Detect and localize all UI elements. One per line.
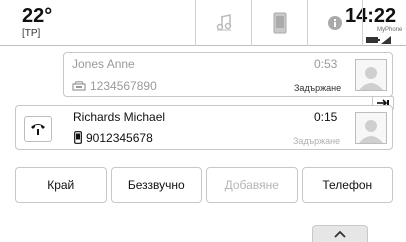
mobile-phone-icon (74, 131, 82, 144)
tab-audio[interactable] (195, 0, 251, 46)
handset-icon (31, 124, 45, 135)
music-note-icon (216, 14, 231, 31)
info-circle-icon (328, 16, 342, 30)
caller-name: Richards Michael (73, 110, 166, 124)
tab-phone[interactable] (251, 0, 307, 46)
caller-number: 9012345678 (86, 131, 153, 145)
chevron-up-icon (334, 230, 346, 238)
expand-menu-tab[interactable] (312, 225, 368, 242)
tab-info[interactable] (307, 0, 363, 46)
call-state: Задържане (294, 83, 342, 93)
person-silhouette-icon (359, 120, 383, 143)
phone-call-screen: 22° [TP] 14:22 MyPhone Jones Anne 123456… (0, 0, 406, 242)
signal-strength-icon (381, 36, 391, 44)
connected-phone-name: MyPhone (377, 27, 403, 33)
mute-button[interactable]: Беззвучно (110, 167, 202, 203)
phone-status-indicators (366, 36, 391, 44)
add-call-button[interactable]: Добавяне (206, 167, 298, 203)
call-card-held[interactable]: Jones Anne 1234567890 0:53 Задържане (63, 52, 393, 97)
call-card-active[interactable]: Richards Michael 9012345678 0:15 Задържа… (15, 105, 393, 150)
temperature-readout[interactable]: 22° (22, 5, 52, 28)
person-silhouette-icon (359, 67, 383, 90)
phone-menu-button[interactable]: Телефон (301, 167, 393, 203)
traffic-program-indicator: [TP] (22, 28, 41, 39)
handset-button[interactable] (24, 116, 52, 142)
end-call-button[interactable]: Край (15, 167, 107, 203)
contact-avatar (355, 112, 387, 144)
office-phone-icon (72, 81, 86, 91)
call-duration: 0:53 (314, 57, 338, 71)
call-duration: 0:15 (314, 110, 338, 124)
caller-name: Jones Anne (72, 57, 135, 71)
call-actions: Край Беззвучно Добавяне Телефон (15, 167, 393, 203)
phone-device-icon (273, 12, 286, 34)
call-state: Задържане (293, 136, 341, 146)
battery-icon (366, 37, 380, 43)
contact-avatar (355, 59, 387, 91)
caller-number: 1234567890 (90, 79, 157, 93)
status-bar: 22° [TP] 14:22 MyPhone (0, 0, 406, 46)
